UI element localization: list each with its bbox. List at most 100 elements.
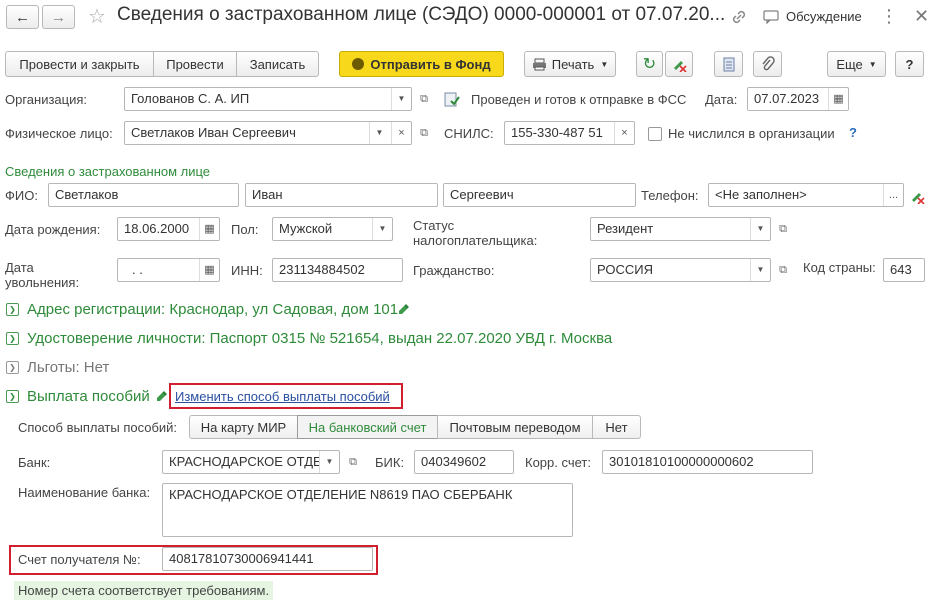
discussion-link[interactable]: Обсуждение <box>786 9 862 24</box>
attachments-button[interactable] <box>753 51 782 77</box>
person-value: Светлаков Иван Сергеевич <box>131 125 296 140</box>
open-bank-icon[interactable]: ⧉ <box>343 451 363 473</box>
snils-value: 155-330-487 51 <box>511 125 603 140</box>
clear-icon[interactable]: × <box>391 122 411 144</box>
payments-section[interactable]: Выплата пособий <box>27 388 150 405</box>
favorite-star-icon[interactable]: ☆ <box>88 4 106 29</box>
birth-date-label: Дата рождения: <box>5 222 101 237</box>
person-label: Физическое лицо: <box>5 126 113 141</box>
method-bank-account-button[interactable]: На банковский счет <box>297 415 438 439</box>
chevron-down-icon[interactable]: ▼ <box>750 259 770 281</box>
print-button[interactable]: Печать ▼ <box>524 51 616 77</box>
country-code-label: Код страны: <box>803 260 876 275</box>
clear-icon[interactable]: × <box>614 122 634 144</box>
chevron-down-icon[interactable]: ▼ <box>391 88 411 110</box>
chevron-down-icon: ▼ <box>600 59 609 69</box>
bik-label: БИК: <box>375 455 405 470</box>
link-icon[interactable] <box>730 8 748 26</box>
chevron-down-icon[interactable]: ▼ <box>369 122 389 144</box>
address-edit-icon[interactable] <box>397 302 411 319</box>
document-list-icon <box>723 57 734 71</box>
country-code-field[interactable]: 643 <box>883 258 925 282</box>
first-name-field[interactable]: Иван <box>245 183 438 207</box>
back-button[interactable]: ← <box>6 5 39 29</box>
window-title: Сведения о застрахованном лице (СЭДО) 00… <box>117 4 726 25</box>
calendar-icon[interactable]: ▦ <box>199 218 219 240</box>
date-field[interactable]: 07.07.2023 ▦ <box>747 87 849 111</box>
dismissal-date-field[interactable]: . . ▦ <box>117 258 220 282</box>
id-doc-expand-icon[interactable]: ❯ <box>6 332 19 345</box>
address-section[interactable]: Адрес регистрации: Краснодар, ул Садовая… <box>27 301 398 318</box>
help-question-icon[interactable]: ? <box>849 125 857 140</box>
send-icon <box>352 58 365 70</box>
forward-button[interactable]: → <box>42 5 75 29</box>
inn-value: 231134884502 <box>279 262 365 277</box>
organization-field[interactable]: Голованов С. А. ИП ▼ <box>124 87 412 111</box>
phone-label: Телефон: <box>641 188 699 203</box>
method-none-button[interactable]: Нет <box>592 415 641 439</box>
birth-date-field[interactable]: 18.06.2000 ▦ <box>117 217 220 241</box>
bank-name-value: КРАСНОДАРСКОЕ ОТДЕЛЕНИЕ N8619 ПАО СБЕРБА… <box>169 487 513 502</box>
chevron-down-icon[interactable]: ▼ <box>319 451 339 473</box>
bank-name-field[interactable]: КРАСНОДАРСКОЕ ОТДЕЛЕНИЕ N8619 ПАО СБЕРБА… <box>162 483 573 537</box>
save-button[interactable]: Записать <box>236 51 319 77</box>
id-doc-section[interactable]: Удостоверение личности: Паспорт 0315 № 5… <box>27 330 612 347</box>
tax-status-field[interactable]: Резидент ▼ <box>590 217 771 241</box>
discussion-icon[interactable] <box>763 10 779 25</box>
method-postal-transfer-button[interactable]: Почтовым переводом <box>437 415 593 439</box>
last-name-value: Светлаков <box>55 187 119 202</box>
corr-account-value: 30101810100000000602 <box>609 454 754 469</box>
account-label: Счет получателя №: <box>18 552 141 567</box>
benefits-expand-icon[interactable]: ❯ <box>6 361 19 374</box>
bank-field[interactable]: КРАСНОДАРСКОЕ ОТДЕЛЕНИЕ ▼ <box>162 450 340 474</box>
citizenship-field[interactable]: РОССИЯ ▼ <box>590 258 771 282</box>
inn-field[interactable]: 231134884502 <box>272 258 403 282</box>
more-button[interactable]: Еще ▼ <box>827 51 886 77</box>
calendar-icon[interactable]: ▦ <box>828 88 848 110</box>
gender-field[interactable]: Мужской ▼ <box>272 217 393 241</box>
payment-method-label: Способ выплаты пособий: <box>18 420 178 435</box>
clear-edit-button[interactable] <box>665 51 693 77</box>
open-tax-status-icon[interactable]: ⧉ <box>773 218 793 240</box>
send-to-fund-button[interactable]: Отправить в Фонд <box>339 51 504 77</box>
post-button[interactable]: Провести <box>153 51 237 77</box>
post-and-close-button[interactable]: Провести и закрыть <box>5 51 154 77</box>
refresh-button[interactable]: ↻ <box>636 51 663 77</box>
more-label: Еще <box>836 56 863 72</box>
middle-name-field[interactable]: Сергеевич <box>443 183 636 207</box>
pencil-clear-icon <box>674 61 687 72</box>
address-expand-icon[interactable]: ❯ <box>6 303 19 316</box>
paperclip-icon <box>761 56 775 71</box>
benefits-section[interactable]: Льготы: Нет <box>27 359 109 376</box>
not-listed-checkbox[interactable] <box>648 127 662 141</box>
method-mir-card-button[interactable]: На карту МИР <box>189 415 298 439</box>
bank-value: КРАСНОДАРСКОЕ ОТДЕЛЕНИЕ <box>169 454 319 469</box>
last-name-field[interactable]: Светлаков <box>48 183 239 207</box>
organization-label: Организация: <box>5 92 88 107</box>
chevron-down-icon[interactable]: ▼ <box>750 218 770 240</box>
bik-field[interactable]: 040349602 <box>414 450 514 474</box>
middle-name-value: Сергеевич <box>450 187 514 202</box>
chevron-down-icon[interactable]: ▼ <box>372 218 392 240</box>
open-citizenship-icon[interactable]: ⧉ <box>773 259 793 281</box>
close-icon[interactable]: ✕ <box>914 6 929 27</box>
phone-field[interactable]: <Не заполнен> ... <box>708 183 904 207</box>
payments-collapse-icon[interactable]: ❯ <box>6 390 19 403</box>
person-field[interactable]: Светлаков Иван Сергеевич ▼ × <box>124 121 412 145</box>
change-payment-method-link[interactable]: Изменить способ выплаты пособий <box>175 389 390 404</box>
payments-edit-icon[interactable] <box>155 389 169 406</box>
phone-edit-icon[interactable] <box>909 188 925 207</box>
corr-account-field[interactable]: 30101810100000000602 <box>602 450 813 474</box>
window-more-icon[interactable]: ⋮ <box>880 6 898 27</box>
document-journal-button[interactable] <box>714 51 743 77</box>
snils-field[interactable]: 155-330-487 51 × <box>504 121 635 145</box>
calendar-icon[interactable]: ▦ <box>199 259 219 281</box>
not-listed-label: Не числился в организации <box>668 126 835 141</box>
open-person-icon[interactable]: ⧉ <box>414 122 434 144</box>
posted-status-icon <box>444 92 460 110</box>
phone-select-button[interactable]: ... <box>883 184 903 206</box>
citizenship-label: Гражданство: <box>413 263 495 278</box>
help-button[interactable]: ? <box>895 51 924 77</box>
account-field[interactable]: 40817810730006941441 <box>162 547 373 571</box>
open-organization-icon[interactable]: ⧉ <box>414 88 434 110</box>
